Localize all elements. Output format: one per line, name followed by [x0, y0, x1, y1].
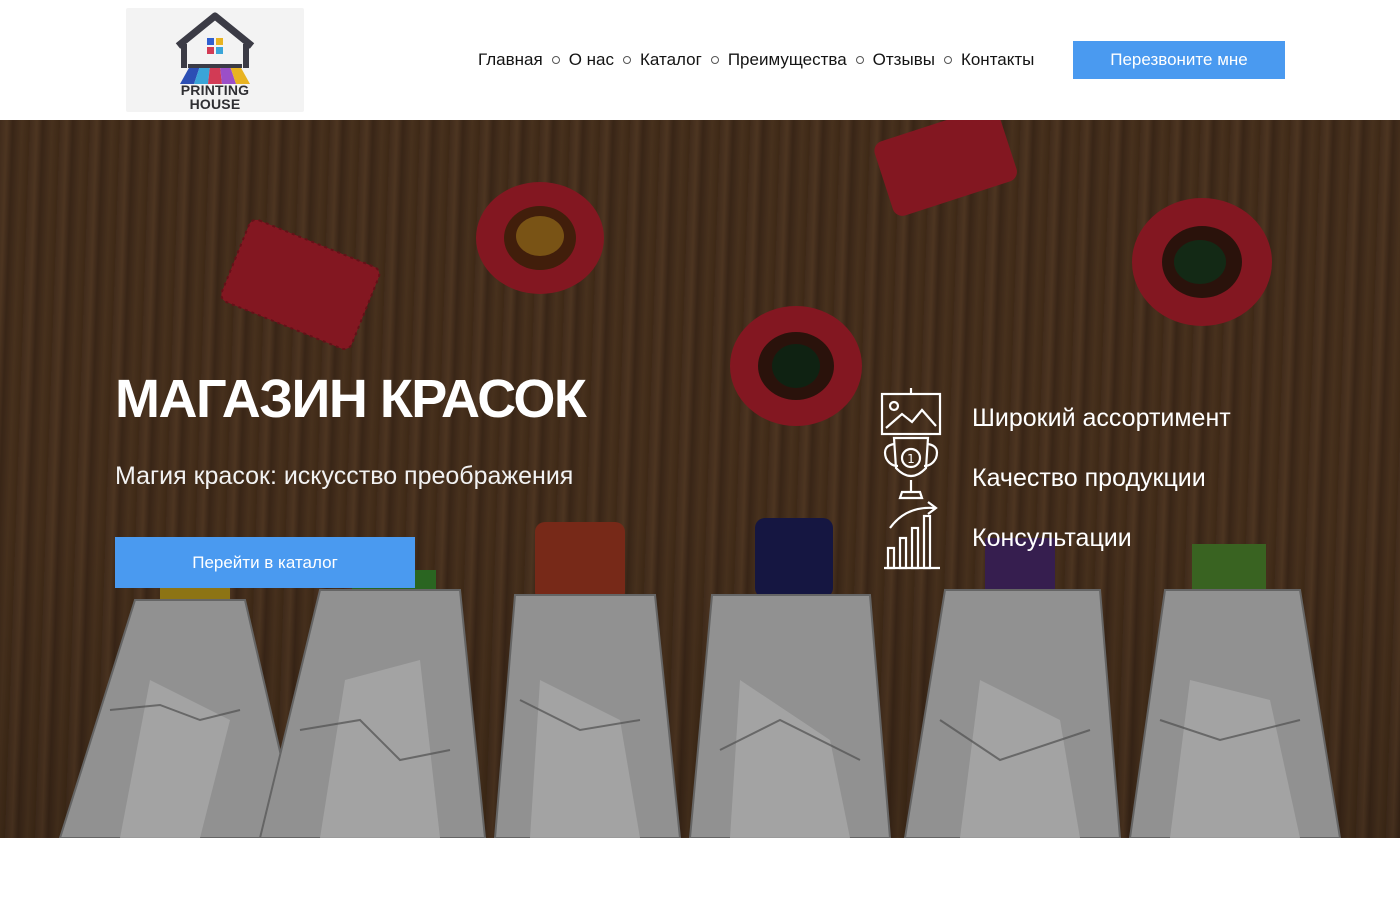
nav-separator-dot — [943, 56, 952, 64]
house-logo-icon — [175, 12, 255, 84]
nav-item-catalog[interactable]: Каталог — [640, 50, 702, 70]
nav-separator-dot — [710, 56, 719, 64]
feature-wide-range: Широкий ассортимент — [972, 404, 1231, 432]
features-icon-stack: 1 — [880, 388, 942, 570]
trophy-icon: 1 — [883, 436, 939, 500]
callback-button[interactable]: Перезвоните мне — [1073, 41, 1285, 79]
nav-item-advantages[interactable]: Преимущества — [728, 50, 847, 70]
nav-item-about[interactable]: О нас — [569, 50, 614, 70]
svg-text:1: 1 — [907, 452, 915, 466]
nav-separator-dot — [623, 56, 632, 64]
nav-separator-dot — [855, 56, 864, 64]
nav-item-contacts[interactable]: Контакты — [961, 50, 1034, 70]
growth-chart-icon — [884, 501, 940, 570]
main-nav: Главная О нас Каталог Преимущества Отзыв… — [478, 48, 1034, 72]
logo-text-line2: HOUSE — [189, 96, 241, 112]
printing-house-logo[interactable]: PRINTING HOUSE — [126, 8, 304, 112]
nav-item-reviews[interactable]: Отзывы — [873, 50, 935, 70]
go-to-catalog-button[interactable]: Перейти в каталог — [115, 537, 415, 588]
hero-section: МАГАЗИН КРАСОК Магия красок: искусство п… — [0, 120, 1400, 838]
feature-consultations: Консультации — [972, 524, 1132, 552]
nav-separator-dot — [551, 56, 560, 64]
feature-quality: Качество продукции — [972, 464, 1206, 492]
hero-subtitle: Магия красок: искусство преображения — [115, 462, 574, 490]
nav-item-home[interactable]: Главная — [478, 50, 543, 70]
site-header: PRINTING HOUSE Главная О нас Каталог Пре… — [0, 0, 1400, 120]
image-icon — [880, 388, 942, 436]
hero-title: МАГАЗИН КРАСОК — [115, 369, 587, 429]
